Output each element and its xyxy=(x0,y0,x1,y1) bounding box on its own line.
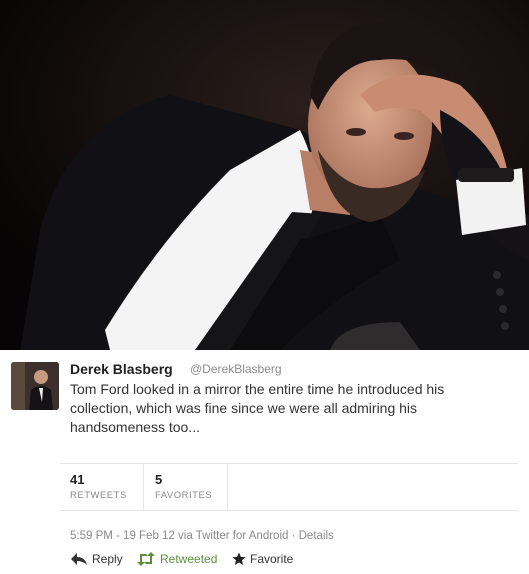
favorite-button[interactable]: Favorite xyxy=(232,550,293,568)
tweet-text: Tom Ford looked in a mirror the entire t… xyxy=(70,381,445,435)
retweets-label[interactable]: RETWEETS xyxy=(70,490,127,501)
divider xyxy=(60,510,518,511)
reply-arrow-icon xyxy=(71,553,87,565)
reply-button[interactable]: Reply xyxy=(70,550,123,568)
favorite-label: Favorite xyxy=(250,552,294,566)
author-handle[interactable]: @DerekBlasberg xyxy=(190,362,282,376)
retweeted-label: Retweeted xyxy=(160,552,218,566)
stat-divider xyxy=(227,464,228,510)
retweets-count[interactable]: 41 xyxy=(70,472,84,487)
favorites-label[interactable]: FAVORITES xyxy=(155,490,212,501)
portrait-photo xyxy=(0,0,529,350)
favorites-count[interactable]: 5 xyxy=(155,472,162,487)
author-name[interactable]: Derek Blasberg xyxy=(70,361,173,377)
avatar[interactable] xyxy=(11,362,59,410)
avatar-image xyxy=(11,362,59,410)
tweet-photo[interactable] xyxy=(0,0,529,350)
stat-divider xyxy=(143,464,144,510)
retweet-icon xyxy=(137,552,155,566)
reply-label: Reply xyxy=(92,552,123,566)
retweet-button[interactable]: Retweeted xyxy=(136,550,217,568)
tweet-meta[interactable]: 5:59 PM - 19 Feb 12 via Twitter for Andr… xyxy=(70,530,334,542)
tweet-card: Derek Blasberg @DerekBlasberg Tom Ford l… xyxy=(0,350,529,574)
divider xyxy=(60,463,518,464)
star-icon xyxy=(232,552,246,565)
